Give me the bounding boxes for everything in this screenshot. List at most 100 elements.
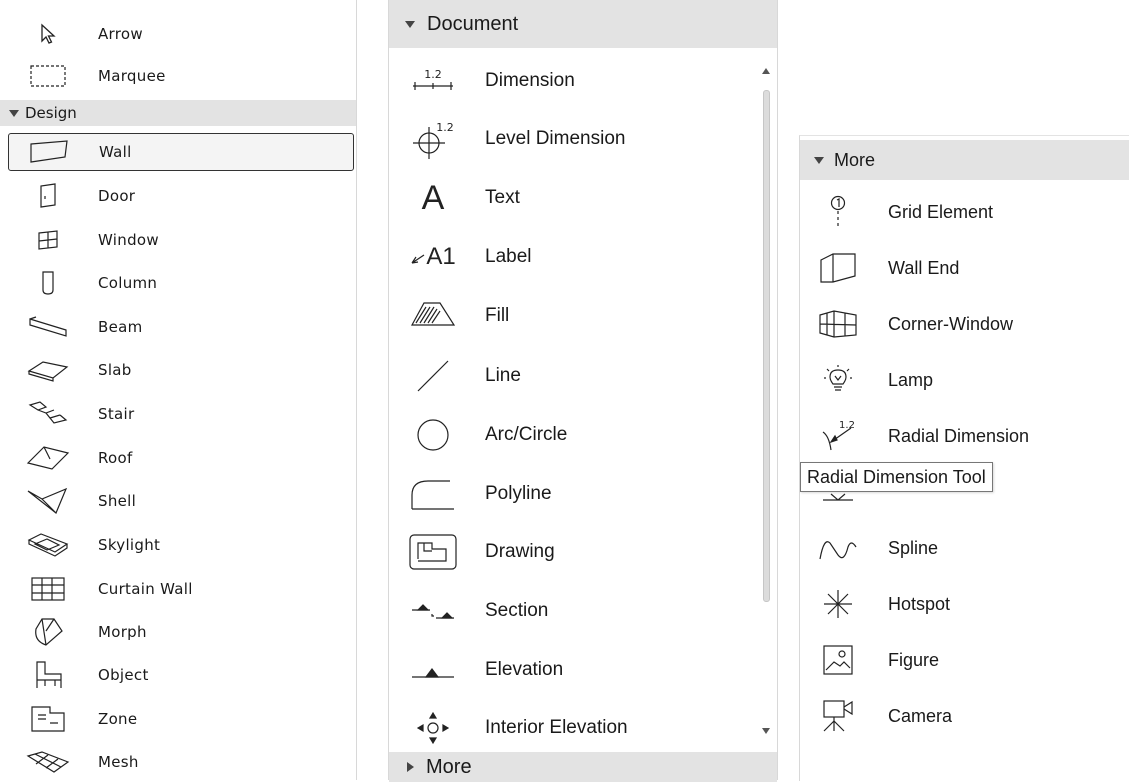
tool-slab[interactable]: Slab — [0, 350, 356, 390]
fill-icon — [403, 294, 463, 338]
wall-icon — [21, 137, 77, 167]
tool-marquee[interactable]: Marquee — [0, 56, 356, 96]
tooltip: Radial Dimension Tool — [800, 462, 993, 492]
tool-label: Window — [98, 231, 159, 249]
tool-radial-dimension[interactable]: 1.2 Radial Dimension — [800, 408, 1129, 464]
tool-corner-window[interactable]: Corner-Window — [800, 296, 1129, 352]
tool-stair[interactable]: Stair — [0, 394, 356, 434]
arrow-pointer-icon — [20, 19, 76, 49]
section-header-design[interactable]: Design — [0, 100, 356, 126]
section-header-document[interactable]: Document — [389, 0, 777, 48]
object-chair-icon — [20, 660, 76, 690]
tool-section[interactable]: Section — [389, 582, 777, 640]
figure-icon — [812, 640, 864, 680]
tool-label: Interior Elevation — [485, 717, 628, 738]
tool-fill[interactable]: Fill — [389, 287, 777, 345]
toolbox-panel-design: Arrow Marquee Design Wall Door Window Co… — [0, 0, 357, 780]
tool-text[interactable]: A Text — [389, 169, 777, 227]
tool-label: Line — [485, 365, 521, 386]
line-icon — [403, 354, 463, 398]
tool-wall[interactable]: Wall — [8, 133, 354, 171]
polyline-icon — [403, 472, 463, 516]
spline-icon — [812, 528, 864, 568]
tool-polyline[interactable]: Polyline — [389, 465, 777, 523]
tool-morph[interactable]: Morph — [0, 612, 356, 652]
tool-lamp[interactable]: Lamp — [800, 352, 1129, 408]
tool-label: Text — [485, 187, 520, 208]
tool-window[interactable]: Window — [0, 220, 356, 260]
dimension-glyph: 1.2 — [436, 121, 454, 134]
section-title: Design — [25, 104, 77, 122]
tool-line[interactable]: Line — [389, 347, 777, 405]
tool-label: Slab — [98, 361, 132, 379]
chevron-right-icon — [407, 762, 414, 772]
tool-drawing[interactable]: Drawing — [389, 523, 777, 581]
section-icon — [403, 589, 463, 633]
shell-icon — [20, 486, 76, 516]
tool-label: Camera — [888, 705, 953, 726]
tool-label: Door — [98, 187, 136, 205]
beam-icon — [20, 312, 76, 342]
tool-door[interactable]: Door — [0, 176, 356, 216]
tool-mesh[interactable]: Mesh — [0, 742, 356, 782]
tool-grid-element[interactable]: Grid Element — [800, 184, 1129, 240]
column-icon — [20, 268, 76, 298]
dimension-icon: 1.2 — [403, 59, 463, 103]
dimension-glyph: 1.2 — [424, 68, 442, 81]
tool-figure[interactable]: Figure — [800, 632, 1129, 688]
tool-label: Figure — [888, 649, 940, 670]
tool-label: Section — [485, 600, 549, 621]
scroll-up-arrow-icon[interactable] — [762, 68, 770, 74]
section-header-more-collapsed[interactable]: More — [389, 752, 777, 782]
scroll-down-arrow-icon[interactable] — [762, 728, 770, 734]
morph-icon — [20, 617, 76, 647]
tool-label: Stair — [98, 405, 135, 423]
camera-icon — [812, 696, 864, 736]
tool-roof[interactable]: Roof — [0, 438, 356, 478]
chevron-down-icon — [405, 20, 415, 28]
grid-element-icon — [812, 192, 864, 232]
tool-skylight[interactable]: Skylight — [0, 525, 356, 565]
tool-arrow[interactable]: Arrow — [0, 14, 356, 54]
tool-level-dimension[interactable]: 1.2 Level Dimension — [389, 110, 777, 168]
tool-beam[interactable]: Beam — [0, 307, 356, 347]
tool-spline[interactable]: Spline — [800, 520, 1129, 576]
elevation-icon — [403, 648, 463, 692]
slab-icon — [20, 355, 76, 385]
hotspot-icon — [812, 584, 864, 624]
tool-hotspot[interactable]: Hotspot — [800, 576, 1129, 632]
tool-label: Elevation — [485, 659, 564, 680]
tool-interior-elevation[interactable]: Interior Elevation — [389, 699, 777, 757]
tool-label: Fill — [485, 305, 510, 326]
scrollbar[interactable] — [761, 60, 771, 734]
tool-label: Beam — [98, 318, 143, 336]
tool-elevation[interactable]: Elevation — [389, 641, 777, 699]
tool-label-tool[interactable]: A1 Label — [389, 228, 777, 286]
curtain-wall-icon — [20, 574, 76, 604]
section-header-more[interactable]: More — [800, 140, 1129, 180]
tool-shell[interactable]: Shell — [0, 481, 356, 521]
tool-label: Roof — [98, 449, 133, 467]
skylight-icon — [20, 530, 76, 560]
chevron-down-icon — [814, 156, 824, 164]
tool-object[interactable]: Object — [0, 655, 356, 695]
tool-arc-circle[interactable]: Arc/Circle — [389, 406, 777, 464]
corner-window-icon — [812, 304, 864, 344]
tool-curtain-wall[interactable]: Curtain Wall — [0, 569, 356, 609]
tool-label: Hotspot — [888, 593, 951, 614]
tool-label: Zone — [98, 710, 138, 728]
tool-dimension[interactable]: 1.2 Dimension — [389, 52, 777, 110]
tool-label: Marquee — [98, 67, 166, 85]
scrollbar-thumb[interactable] — [763, 90, 770, 602]
tool-column[interactable]: Column — [0, 263, 356, 303]
tool-camera[interactable]: Camera — [800, 688, 1129, 744]
zone-icon — [20, 704, 76, 734]
dimension-glyph: 1.2 — [839, 420, 855, 431]
tool-zone[interactable]: Zone — [0, 699, 356, 739]
tool-wall-end[interactable]: Wall End — [800, 240, 1129, 296]
text-icon: A — [403, 176, 463, 220]
tool-label: Column — [98, 274, 158, 292]
label-glyph: A1 — [426, 243, 456, 270]
tool-label: Wall End — [888, 257, 960, 278]
drawing-icon — [403, 530, 463, 574]
